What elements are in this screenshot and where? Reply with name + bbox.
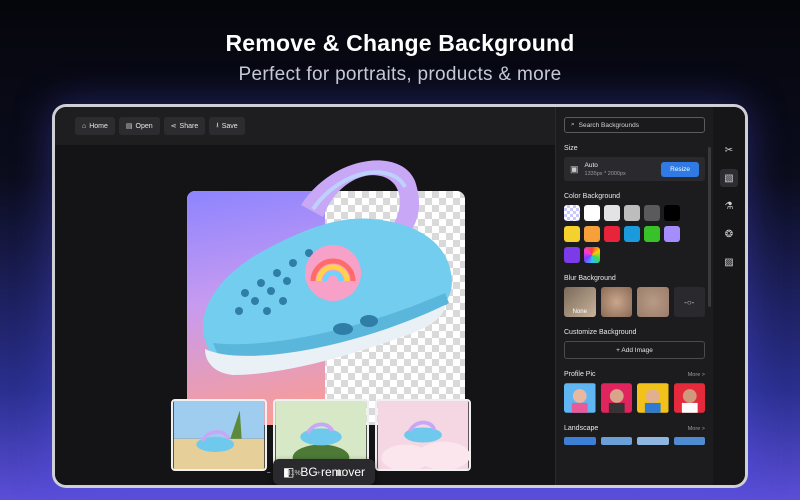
open-button[interactable]: ▤ Open — [118, 117, 160, 135]
canvas-area[interactable]: ◧ BG remover — [55, 145, 555, 485]
blur-none-option[interactable]: None — [564, 287, 596, 317]
home-label: Home — [89, 122, 108, 130]
blur-options: None -○- — [564, 287, 705, 317]
image-icon: ▣ — [570, 163, 579, 174]
clog-shoe-image[interactable] — [183, 153, 463, 383]
scissors-icon[interactable]: ✂ — [720, 141, 738, 159]
color-swatch[interactable] — [584, 247, 600, 263]
clouds-thumbnail[interactable] — [375, 399, 471, 471]
landscape-more-link[interactable]: More > — [688, 426, 705, 432]
panel-scrollbar[interactable] — [708, 147, 711, 307]
color-swatch[interactable] — [564, 247, 580, 263]
color-swatch[interactable] — [564, 226, 580, 242]
toolbar: ⌂ Home ▤ Open ⋖ Share ⭳ Save — [55, 107, 555, 145]
tool-rail: ✂ ▧ ⚗ ❂ ▨ — [713, 107, 745, 485]
add-image-button[interactable]: + Add Image — [564, 341, 705, 359]
landscape-options — [564, 437, 705, 445]
open-label: Open — [135, 122, 153, 130]
color-swatch[interactable] — [644, 205, 660, 221]
blur-none-label: None — [572, 309, 587, 315]
color-swatch[interactable] — [624, 226, 640, 242]
profile-pic-options — [564, 383, 705, 413]
zoom-in-button[interactable]: + — [317, 470, 321, 477]
size-heading: Size — [564, 145, 578, 152]
app-window: ⌂ Home ▤ Open ⋖ Share ⭳ Save ◧ BG remove… — [55, 107, 745, 485]
size-selector[interactable]: ▣ Auto 1335px * 2000px Resize — [564, 157, 705, 181]
blur-slider-icon[interactable]: -○- — [673, 287, 705, 317]
color-swatch[interactable] — [564, 205, 580, 221]
hero-subtitle: Perfect for portraits, products & more — [238, 64, 562, 85]
color-swatches — [564, 205, 705, 263]
home-icon: ⌂ — [82, 122, 87, 130]
blur-light-option[interactable] — [600, 287, 632, 317]
landscape-option-2[interactable] — [600, 437, 632, 445]
color-swatch[interactable] — [644, 226, 660, 242]
effects-icon[interactable]: ❂ — [720, 225, 738, 243]
compare-toggle-icon[interactable]: ◧ — [337, 469, 344, 477]
color-swatch[interactable] — [624, 205, 640, 221]
blur-background-heading: Blur Background — [564, 275, 616, 282]
color-swatch[interactable] — [664, 226, 680, 242]
color-background-heading: Color Background — [564, 193, 621, 200]
size-dimensions: 1335px * 2000px — [584, 170, 626, 177]
color-swatch[interactable] — [664, 205, 680, 221]
landscape-option-1[interactable] — [564, 437, 596, 445]
share-label: Share — [179, 122, 199, 130]
profile-more-link[interactable]: More > — [688, 372, 705, 378]
profile-option-4[interactable] — [673, 383, 705, 413]
search-icon: ⌕ — [571, 121, 575, 128]
device-frame: ⌂ Home ▤ Open ⋖ Share ⭳ Save ◧ BG remove… — [52, 104, 748, 488]
background-icon[interactable]: ▧ — [720, 169, 738, 187]
color-swatch[interactable] — [604, 205, 620, 221]
zoom-controls: − 31% + ◧ — [55, 463, 555, 483]
color-swatch[interactable] — [584, 205, 600, 221]
zoom-out-button[interactable]: − — [267, 470, 271, 477]
color-swatch[interactable] — [584, 226, 600, 242]
save-label: Save — [221, 122, 238, 130]
profile-option-3[interactable] — [637, 383, 669, 413]
profile-option-1[interactable] — [564, 383, 596, 413]
landscape-option-3[interactable] — [637, 437, 669, 445]
profile-option-2[interactable] — [600, 383, 632, 413]
share-button[interactable]: ⋖ Share — [163, 117, 206, 135]
blur-heavy-option[interactable] — [637, 287, 669, 317]
share-icon: ⋖ — [170, 123, 177, 130]
profile-pic-heading: Profile Pic — [564, 371, 596, 378]
landscape-option-4[interactable] — [673, 437, 705, 445]
size-value: Auto — [584, 161, 598, 169]
download-icon: ⭳ — [216, 121, 219, 129]
image-adjust-icon[interactable]: ▨ — [720, 253, 738, 271]
home-button[interactable]: ⌂ Home — [75, 117, 115, 135]
zoom-level: 31% — [286, 469, 301, 477]
file-icon: ▤ — [125, 123, 133, 130]
color-swatch[interactable] — [604, 226, 620, 242]
beach-scene-thumbnail[interactable] — [171, 399, 267, 471]
hero-title: Remove & Change Background — [225, 30, 575, 56]
flask-icon[interactable]: ⚗ — [720, 197, 738, 215]
search-placeholder: Search Backgrounds — [578, 121, 639, 129]
landscape-heading: Landscape — [564, 425, 599, 432]
save-button[interactable]: ⭳ Save — [209, 117, 245, 135]
customize-background-heading: Customize Background — [564, 329, 637, 336]
resize-button[interactable]: Resize — [661, 161, 699, 177]
search-backgrounds-input[interactable]: ⌕ Search Backgrounds — [564, 117, 705, 133]
background-panel: ⌕ Search Backgrounds Size ▣ Auto 1335px … — [555, 107, 713, 485]
